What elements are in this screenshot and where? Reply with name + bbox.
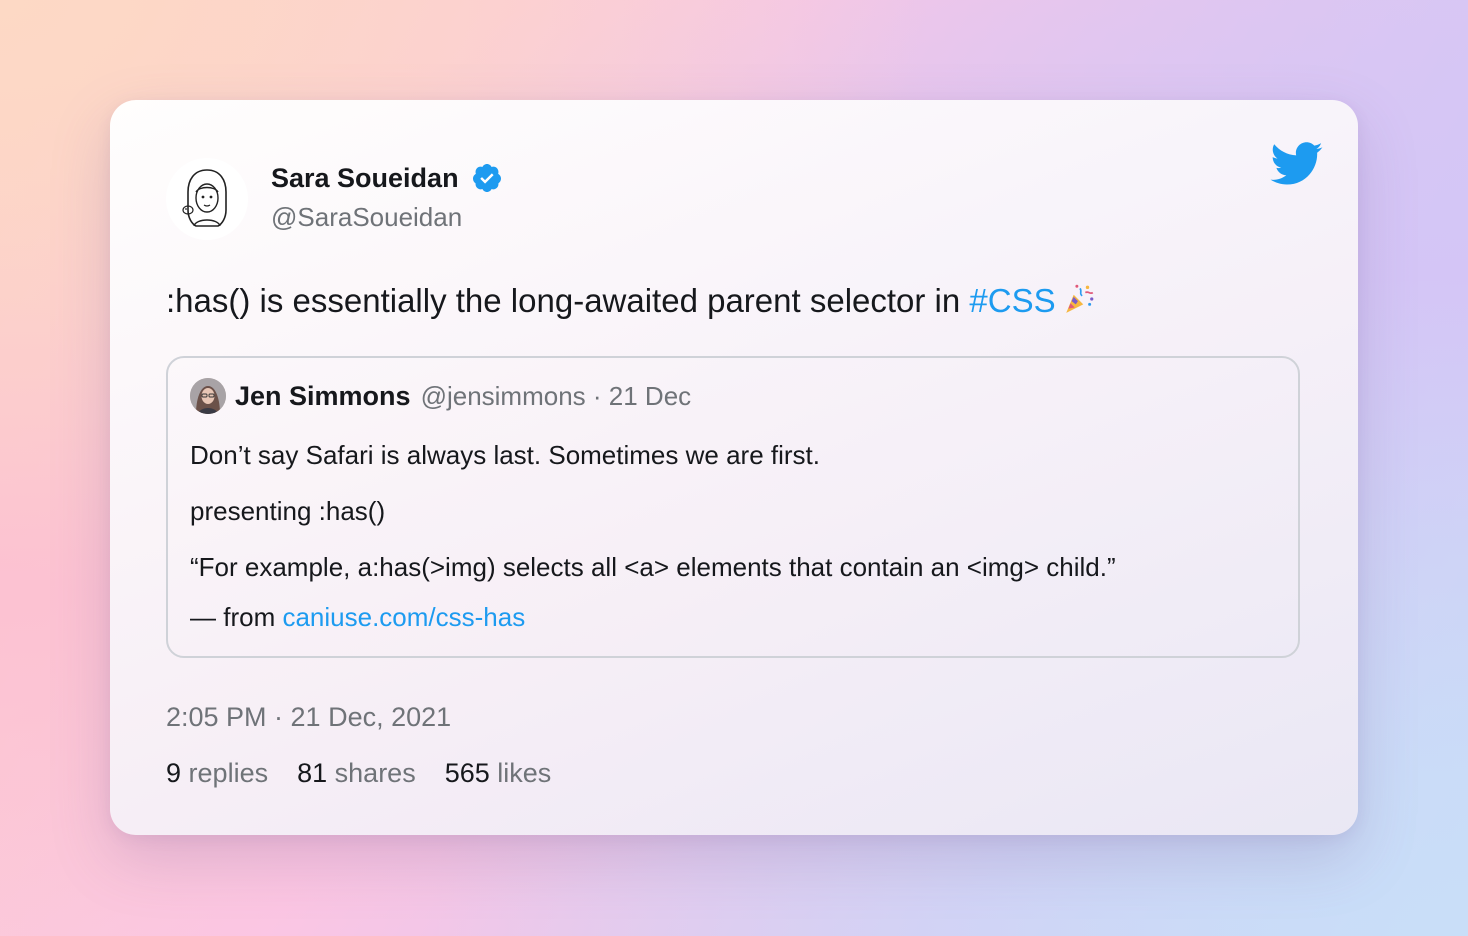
replies-stat[interactable]: 9 replies bbox=[166, 758, 268, 789]
shares-label: shares bbox=[334, 758, 416, 788]
quoted-source-prefix: — from bbox=[190, 602, 283, 632]
quoted-tweet-header: Jen Simmons @jensimmons · 21 Dec bbox=[190, 378, 691, 414]
author-name-row: Sara Soueidan bbox=[271, 162, 503, 194]
quoted-tweet[interactable]: Jen Simmons @jensimmons · 21 Dec Don’t s… bbox=[166, 356, 1300, 658]
tweet-stats: 9 replies 81 shares 565 likes bbox=[166, 758, 551, 789]
likes-stat[interactable]: 565 likes bbox=[445, 758, 552, 789]
author-handle[interactable]: @SaraSoueidan bbox=[271, 202, 462, 233]
party-popper-emoji-icon bbox=[1065, 284, 1093, 313]
quoted-text-line: Don’t say Safari is always last. Sometim… bbox=[190, 440, 820, 470]
caniuse-link[interactable]: caniuse.com/css-has bbox=[282, 602, 525, 632]
quoted-author-name[interactable]: Jen Simmons bbox=[235, 381, 411, 412]
shares-count: 81 bbox=[297, 758, 328, 788]
quoted-author-meta: @jensimmons · 21 Dec bbox=[420, 380, 692, 411]
hashtag-link[interactable]: #CSS bbox=[969, 282, 1055, 319]
author-avatar[interactable] bbox=[166, 158, 248, 240]
likes-count: 565 bbox=[444, 758, 490, 788]
quoted-author-avatar[interactable] bbox=[190, 378, 226, 414]
illustrated-avatar-icon bbox=[166, 158, 248, 240]
tweet-timestamp[interactable]: 2:05 PM · 21 Dec, 2021 bbox=[166, 702, 451, 733]
quoted-author-avatar-icon bbox=[190, 378, 226, 414]
quoted-text-line: presenting :has() bbox=[190, 496, 386, 526]
tweet-card: Sara Soueidan @SaraSoueidan :has() is es… bbox=[110, 100, 1358, 835]
verified-badge-icon bbox=[472, 164, 501, 192]
replies-count: 9 bbox=[166, 758, 182, 788]
replies-label: replies bbox=[188, 758, 269, 788]
quoted-text-line: “For example, a:has(>img) selects all <a… bbox=[190, 552, 1116, 582]
tweet-text: :has() is essentially the long-awaited p… bbox=[166, 282, 1096, 320]
likes-label: likes bbox=[497, 758, 552, 788]
quoted-source-line: — from caniuse.com/css-has bbox=[190, 602, 525, 633]
tweet-text-body: :has() is essentially the long-awaited p… bbox=[166, 282, 970, 319]
author-name[interactable]: Sara Soueidan bbox=[271, 163, 459, 194]
twitter-bird-icon[interactable] bbox=[1270, 142, 1324, 186]
shares-stat[interactable]: 81 shares bbox=[297, 758, 416, 789]
